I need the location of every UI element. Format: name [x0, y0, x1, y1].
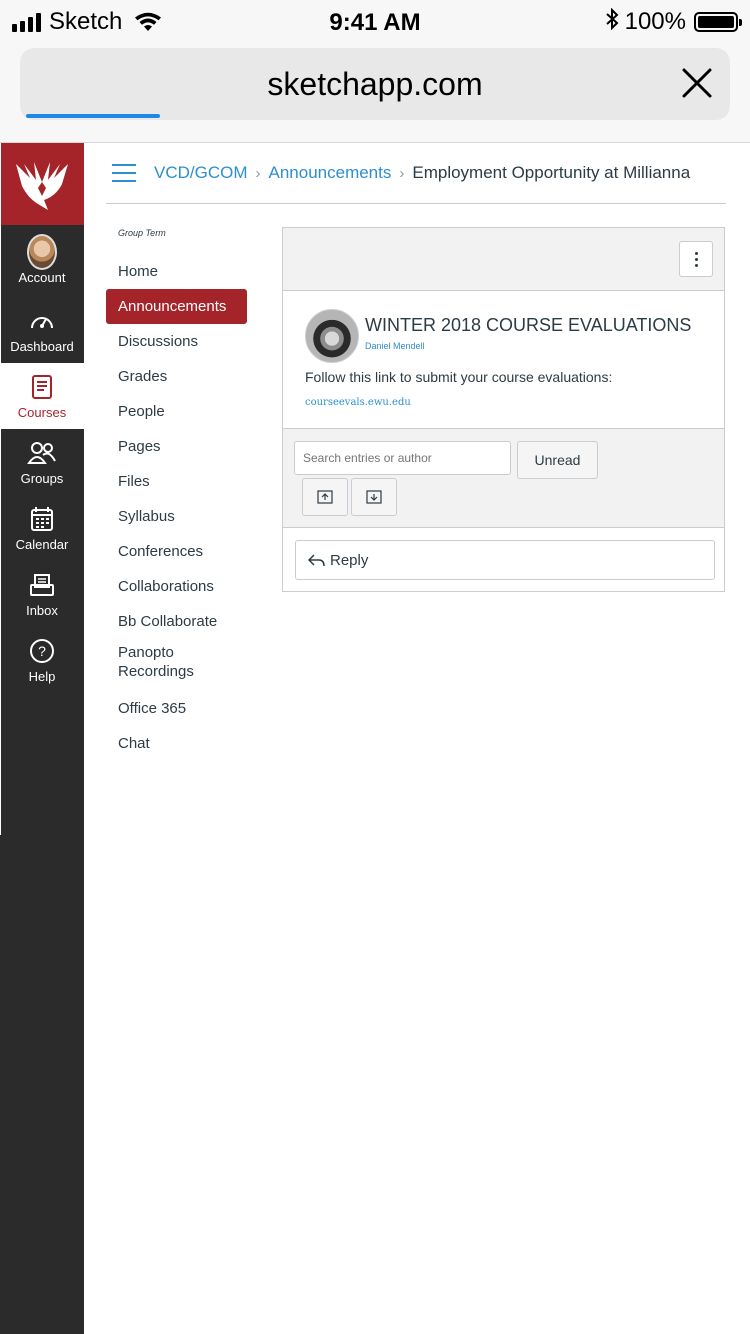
nav-dashboard-label: Dashboard [10, 339, 74, 354]
reply-label: Reply [330, 551, 369, 569]
course-nav-bb-collaborate[interactable]: Bb Collaborate [106, 604, 256, 639]
more-options-icon[interactable] [679, 241, 713, 277]
nav-calendar-label: Calendar [15, 537, 69, 552]
status-right: 100% [605, 7, 742, 36]
chevron-right-icon: › [399, 164, 405, 182]
nav-edge [0, 143, 1, 835]
eagle-logo[interactable] [0, 143, 84, 225]
course-nav-conferences[interactable]: Conferences [106, 534, 256, 569]
close-icon[interactable] [680, 66, 714, 100]
account-avatar [27, 234, 57, 270]
expand-icon [366, 490, 382, 504]
breadcrumb: VCD/GCOM › Announcements › Employment Op… [106, 143, 726, 204]
collapse-icon [317, 490, 333, 504]
nav-groups[interactable]: Groups [0, 429, 84, 495]
breadcrumb-current: Employment Opportunity at Millianna [412, 163, 691, 182]
global-nav: Account Dashboard Courses Groups Calenda… [0, 143, 84, 1334]
search-input[interactable] [294, 441, 511, 475]
inbox-icon [27, 570, 57, 600]
course-nav-home[interactable]: Home [106, 254, 256, 289]
chevron-right-icon: › [255, 164, 261, 182]
menu-icon[interactable] [112, 164, 136, 182]
panel-header [283, 228, 724, 291]
nav-help-label: Help [28, 669, 56, 684]
nav-help[interactable]: ? Help [0, 627, 84, 693]
nav-dashboard[interactable]: Dashboard [0, 297, 84, 363]
groups-icon [27, 438, 57, 468]
announcement-panel: WINTER 2018 COURSE EVALUATIONS Daniel Me… [282, 227, 725, 592]
nav-account[interactable]: Account [0, 225, 84, 297]
unread-button[interactable]: Unread [517, 441, 598, 479]
announcement-post: WINTER 2018 COURSE EVALUATIONS Daniel Me… [283, 291, 724, 428]
nav-inbox[interactable]: Inbox [0, 561, 84, 627]
evaluation-link[interactable]: courseevals.ewu.edu [305, 397, 411, 408]
course-nav-announcements[interactable]: Announcements [106, 289, 247, 324]
announcement-title: WINTER 2018 COURSE EVALUATIONS [365, 315, 692, 335]
bluetooth-icon [605, 7, 619, 36]
help-icon: ? [27, 636, 57, 666]
nav-calendar[interactable]: Calendar [0, 495, 84, 561]
breadcrumb-course[interactable]: VCD/GCOM [154, 163, 248, 183]
course-nav-people[interactable]: People [106, 394, 256, 429]
battery-percent: 100% [624, 8, 686, 35]
book-icon [27, 372, 57, 402]
expand-button[interactable] [351, 478, 397, 516]
course-nav-chat[interactable]: Chat [106, 726, 256, 761]
announcement-body: Follow this link to submit your course e… [305, 369, 613, 385]
course-nav-pages[interactable]: Pages [106, 429, 256, 464]
reply-icon [308, 553, 326, 567]
svg-text:?: ? [38, 643, 46, 659]
nav-account-label: Account [18, 270, 66, 285]
breadcrumb-section[interactable]: Announcements [269, 163, 392, 183]
course-term: Group Term [118, 228, 166, 238]
nav-courses-label: Courses [17, 405, 67, 420]
eagle-logo-icon [16, 162, 68, 210]
course-nav-discussions[interactable]: Discussions [106, 324, 256, 359]
course-nav-collaborations[interactable]: Collaborations [106, 569, 256, 604]
course-nav-syllabus[interactable]: Syllabus [106, 499, 256, 534]
browser-bar: sketchapp.com [0, 44, 750, 143]
course-nav-panopto[interactable]: Panopto Recordings [106, 639, 206, 691]
speedometer-icon [27, 306, 57, 336]
calendar-icon [27, 504, 57, 534]
discussion-toolbar: Unread [283, 428, 724, 528]
collapse-button[interactable] [302, 478, 348, 516]
author-name[interactable]: Daniel Mendell [365, 341, 425, 351]
course-nav-grades[interactable]: Grades [106, 359, 256, 394]
course-nav: Group Term Home Announcements Discussion… [106, 220, 256, 761]
course-nav-files[interactable]: Files [106, 464, 256, 499]
nav-courses[interactable]: Courses [0, 363, 84, 429]
author-avatar[interactable] [305, 309, 359, 363]
page-load-progress [26, 114, 160, 118]
reply-button[interactable]: Reply [295, 540, 715, 580]
nav-inbox-label: Inbox [26, 603, 58, 618]
url-field[interactable]: sketchapp.com [20, 48, 730, 120]
nav-groups-label: Groups [20, 471, 64, 486]
course-nav-office365[interactable]: Office 365 [106, 691, 256, 726]
battery-icon [694, 12, 742, 32]
url-text[interactable]: sketchapp.com [20, 66, 730, 103]
status-bar: Sketch 9:41 AM 100% [0, 0, 750, 44]
